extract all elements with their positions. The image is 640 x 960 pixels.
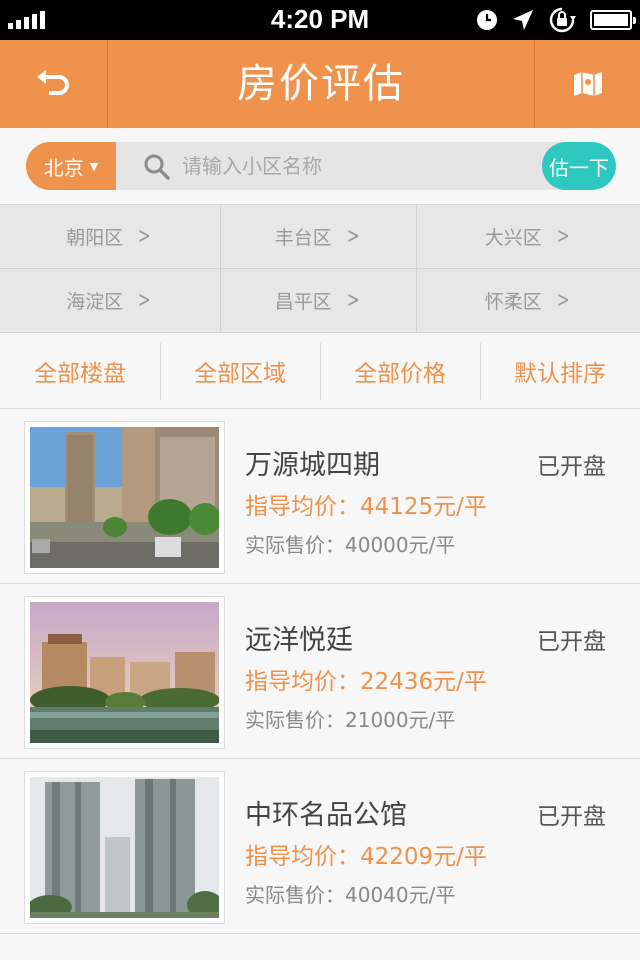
search-box: 北京 ▼ 估一下	[26, 142, 616, 190]
chevron-right-icon: >	[138, 288, 151, 313]
guide-price: 指导均价：42209元/平	[245, 844, 487, 870]
district-haidian[interactable]: 海淀区 >	[0, 269, 221, 333]
search-bar: 北京 ▼ 估一下	[0, 128, 640, 204]
property-name: 万源城四期	[245, 450, 380, 481]
filter-all-prices[interactable]: 全部价格	[320, 333, 480, 408]
status-badge: 已开盘	[537, 454, 606, 480]
property-photo	[24, 421, 225, 574]
chevron-right-icon: >	[556, 288, 570, 313]
battery-icon	[590, 10, 636, 30]
district-fengtai[interactable]: 丰台区 >	[221, 205, 417, 269]
list-item[interactable]: 中环名品公馆 已开盘 指导均价：42209元/平 实际售价：40040元/平	[0, 759, 640, 934]
actual-price: 实际售价：40040元/平	[245, 883, 456, 907]
back-arrow-icon	[36, 70, 69, 95]
guide-price: 指导均价：44125元/平	[245, 494, 487, 520]
rotation-lock-icon	[549, 7, 576, 33]
district-chaoyang[interactable]: 朝阳区 >	[0, 205, 221, 269]
filter-default-sort[interactable]: 默认排序	[480, 333, 640, 408]
property-photo	[24, 771, 225, 924]
clock-icon	[477, 10, 497, 30]
guide-price: 指导均价：22436元/平	[245, 669, 487, 695]
location-icon	[513, 10, 533, 30]
map-icon	[573, 72, 602, 96]
property-photo	[24, 596, 225, 749]
search-icon	[144, 154, 170, 180]
district-huairou[interactable]: 怀柔区 >	[417, 269, 640, 333]
actual-price: 实际售价：40000元/平	[245, 533, 456, 557]
chevron-right-icon: >	[346, 224, 360, 249]
chevron-right-icon: >	[346, 288, 360, 313]
chevron-right-icon: >	[138, 224, 151, 249]
estimate-button[interactable]: 估一下	[542, 142, 616, 190]
chevron-right-icon: >	[556, 224, 570, 249]
app-header: 房价评估	[0, 40, 640, 128]
actual-price: 实际售价：21000元/平	[245, 708, 456, 732]
status-badge: 已开盘	[537, 804, 606, 830]
list-item[interactable]: 万源城四期 已开盘 指导均价：44125元/平 实际售价：40000元/平	[0, 409, 640, 584]
status-bar: 4:20 PM	[0, 0, 640, 40]
dropdown-triangle-icon: ▼	[89, 159, 99, 173]
search-input[interactable]	[182, 142, 522, 190]
list-item[interactable]: 远洋悦廷 已开盘 指导均价：22436元/平 实际售价：21000元/平	[0, 584, 640, 759]
district-daxing[interactable]: 大兴区 >	[417, 205, 640, 269]
city-selector[interactable]: 北京 ▼	[26, 142, 116, 190]
property-name: 中环名品公馆	[245, 800, 407, 831]
status-badge: 已开盘	[537, 629, 606, 655]
page-title: 房价评估	[237, 61, 405, 107]
filter-bar: 全部楼盘 全部区域 全部价格 默认排序	[0, 333, 640, 409]
city-label: 北京	[43, 155, 84, 180]
back-button[interactable]	[0, 40, 108, 128]
district-grid: 朝阳区 > 丰台区 > 大兴区 > 海淀区 > 昌平区 > 怀柔区 >	[0, 204, 640, 333]
filter-all-properties[interactable]: 全部楼盘	[0, 333, 160, 408]
filter-all-areas[interactable]: 全部区域	[160, 333, 320, 408]
map-button[interactable]	[534, 40, 640, 128]
district-changping[interactable]: 昌平区 >	[221, 269, 417, 333]
property-name: 远洋悦廷	[245, 625, 353, 656]
